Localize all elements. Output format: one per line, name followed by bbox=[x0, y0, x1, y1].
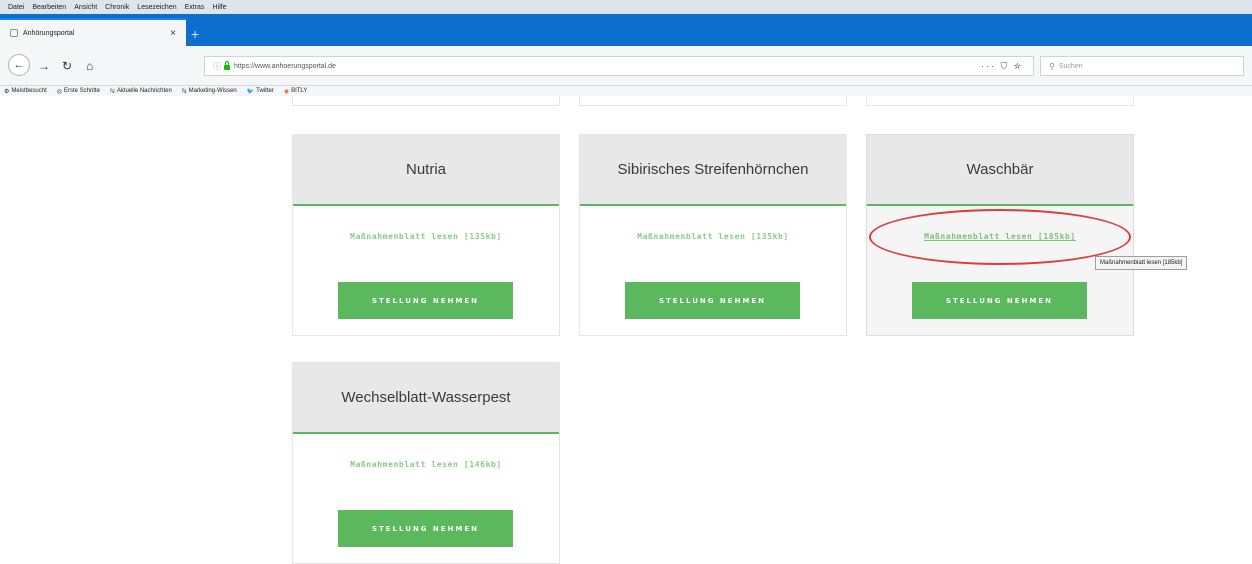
species-card-wasserpest: Wechselblatt-Wasserpest Maßnahmenblatt l… bbox=[292, 362, 560, 564]
menu-item-bearbeiten[interactable]: Bearbeiten bbox=[32, 4, 66, 11]
url-text[interactable]: https://www.anhoerungsportal.de bbox=[234, 63, 981, 70]
bookmark-label: BITLY bbox=[291, 88, 308, 94]
bookmarks-toolbar: ⚙ Meistbesucht ◎ Erste Schritte ℕ Aktuel… bbox=[0, 86, 1252, 96]
bookmark-meistbesucht[interactable]: ⚙ Meistbesucht bbox=[4, 88, 47, 95]
twitter-icon: 🐦 bbox=[246, 88, 255, 95]
bookmark-marketing-wissen[interactable]: ℕ Marketing-Wissen bbox=[182, 88, 237, 95]
bookmark-bitly[interactable]: ◉ BITLY bbox=[284, 88, 307, 95]
card-stub bbox=[866, 96, 1134, 106]
stellung-nehmen-button[interactable]: STELLUNG NEHMEN bbox=[625, 282, 800, 319]
menu-item-lesezeichen[interactable]: Lesezeichen bbox=[137, 4, 176, 11]
stellung-nehmen-button[interactable]: STELLUNG NEHMEN bbox=[338, 510, 513, 547]
stellung-nehmen-button[interactable]: STELLUNG NEHMEN bbox=[912, 282, 1087, 319]
menu-item-hilfe[interactable]: Hilfe bbox=[212, 4, 226, 11]
gear-icon: ⚙ bbox=[4, 88, 10, 95]
link-tooltip: Maßnahmenblatt lesen [185kb] bbox=[1095, 256, 1188, 270]
species-card-nutria: Nutria Maßnahmenblatt lesen [135kb] STEL… bbox=[292, 134, 560, 336]
nav-bar: ← → ↻ ⌂ ⓘ https://www.anhoerungsportal.d… bbox=[0, 46, 1252, 86]
search-icon: ⚲ bbox=[1049, 61, 1055, 71]
new-tab-icon[interactable]: + bbox=[191, 26, 199, 42]
card-title: Sibirisches Streifenhörnchen bbox=[580, 135, 846, 206]
menu-item-chronik[interactable]: Chronik bbox=[105, 4, 129, 11]
menu-item-extras[interactable]: Extras bbox=[185, 4, 205, 11]
bookmark-label: Marketing-Wissen bbox=[188, 88, 237, 94]
search-placeholder: Suchen bbox=[1058, 62, 1083, 70]
tab-strip: Anhörungsportal × + bbox=[0, 14, 1252, 46]
search-input[interactable]: ⚲ Suchen bbox=[1040, 56, 1244, 76]
favicon-icon bbox=[10, 29, 18, 37]
bookmark-label: Erste Schritte bbox=[64, 88, 101, 94]
rss-icon: ℕ bbox=[110, 88, 115, 95]
bookmark-erste-schritte[interactable]: ◎ Erste Schritte bbox=[57, 88, 100, 95]
address-bar[interactable]: ⓘ https://www.anhoerungsportal.de ··· ⛉ … bbox=[204, 56, 1034, 76]
bitly-icon: ◉ bbox=[283, 88, 290, 95]
card-title: Wechselblatt-Wasserpest bbox=[293, 363, 559, 434]
browser-tab[interactable]: Anhörungsportal × bbox=[0, 18, 186, 46]
bookmark-aktuelle-nachrichten[interactable]: ℕ Aktuelle Nachrichten bbox=[110, 88, 172, 95]
card-title: Waschbär bbox=[867, 135, 1133, 206]
card-title: Nutria bbox=[293, 135, 559, 206]
species-card-streifenhoernchen: Sibirisches Streifenhörnchen Maßnahmenbl… bbox=[579, 134, 847, 336]
forward-button[interactable]: → bbox=[38, 57, 50, 75]
menu-item-datei[interactable]: Datei bbox=[8, 4, 24, 11]
menu-item-ansicht[interactable]: Ansicht bbox=[74, 4, 97, 11]
close-tab-icon[interactable]: × bbox=[170, 28, 176, 39]
back-button[interactable]: ← bbox=[8, 54, 30, 76]
bookmark-twitter[interactable]: 🐦 Twitter bbox=[247, 88, 274, 95]
measure-sheet-link[interactable]: Maßnahmenblatt lesen [135kb] bbox=[293, 232, 559, 241]
rss-icon: ℕ bbox=[181, 88, 187, 95]
reload-icon[interactable]: ↻ bbox=[62, 57, 72, 75]
home-icon[interactable]: ⌂ bbox=[86, 57, 93, 75]
page-actions-icon[interactable]: ··· ⛉ ☆ bbox=[981, 61, 1023, 72]
measure-sheet-link[interactable]: Maßnahmenblatt lesen [146kb] bbox=[293, 460, 559, 469]
lock-icon bbox=[224, 60, 230, 70]
bookmark-label: Aktuelle Nachrichten bbox=[116, 88, 172, 94]
stellung-nehmen-button[interactable]: STELLUNG NEHMEN bbox=[338, 282, 513, 319]
card-stub bbox=[579, 96, 847, 106]
bookmark-label: Meistbesucht bbox=[11, 88, 47, 94]
page-content: Nutria Maßnahmenblatt lesen [135kb] STEL… bbox=[0, 96, 1252, 564]
tab-title: Anhörungsportal bbox=[23, 29, 75, 37]
card-stub bbox=[292, 96, 560, 106]
firefox-icon: ◎ bbox=[56, 88, 62, 95]
menu-bar: Datei Bearbeiten Ansicht Chronik Lesezei… bbox=[0, 0, 1252, 14]
highlight-ellipse bbox=[869, 209, 1131, 265]
bookmark-label: Twitter bbox=[256, 88, 274, 94]
measure-sheet-link[interactable]: Maßnahmenblatt lesen [135kb] bbox=[580, 232, 846, 241]
info-icon[interactable]: ⓘ bbox=[213, 61, 221, 72]
